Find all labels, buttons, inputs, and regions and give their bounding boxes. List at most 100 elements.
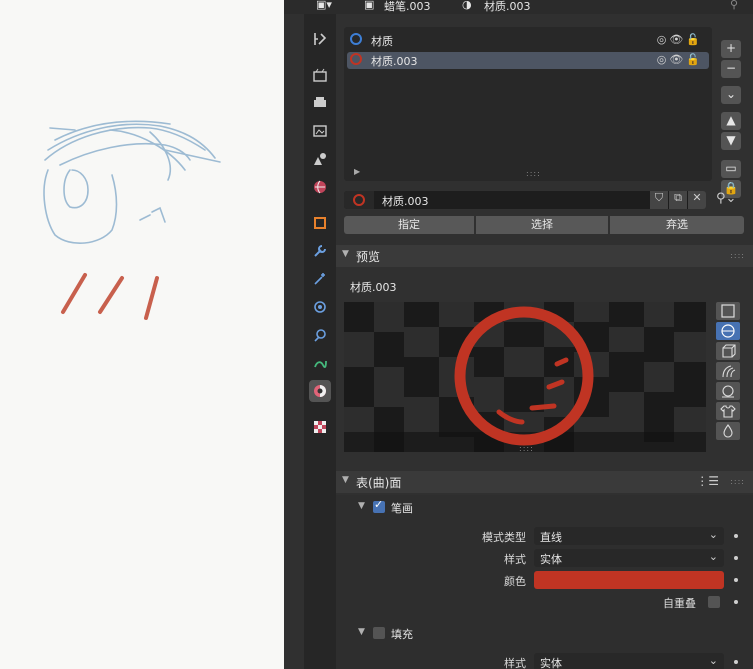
preview-flat-button[interactable] (716, 302, 740, 320)
constraint-icon (314, 329, 326, 342)
checkmark-icon: ✓ (374, 498, 384, 511)
tab-physics[interactable] (309, 296, 331, 318)
move-down-button[interactable]: ▼ (721, 132, 741, 150)
hair-icon (722, 365, 736, 378)
panel-grip-icon[interactable]: :::: (730, 477, 745, 486)
material-preview: :::: (344, 302, 706, 452)
move-up-button[interactable]: ▲ (721, 112, 741, 130)
world-icon (314, 180, 326, 194)
tab-material[interactable] (309, 380, 331, 402)
preview-resize-grip-icon[interactable]: :::: (519, 444, 534, 452)
fill-style-label: 样式 (504, 657, 526, 669)
properties-editor: ▣▾ ▣ 蜡笔.003 ◑ 材质.003 ⚲ 材质 ◎👁🔓 材质.003 ◎👁🔓… (284, 0, 753, 669)
stroke-style-dropdown[interactable]: 实体 ⌄ (534, 549, 724, 567)
preview-panel-header[interactable]: ▼ 预览 :::: (336, 245, 753, 267)
slot-visibility-icons[interactable]: ◎👁🔓 (657, 53, 703, 66)
material-properties: 材质 ◎👁🔓 材质.003 ◎👁🔓 ▶ :::: + − ⌄ ▲ ▼ ▭ 🔒 材… (336, 14, 753, 669)
monitor-icon[interactable]: ▭ (721, 160, 741, 178)
keyframe-dot-icon[interactable] (734, 600, 738, 604)
duplicate-material-icon[interactable]: ⧉ (669, 191, 687, 209)
list-menu-icon[interactable]: ⋮☰ (696, 474, 719, 488)
stroke-enable-checkbox[interactable]: ✓ (373, 498, 385, 513)
material-icon (314, 385, 326, 397)
drawing-canvas[interactable] (0, 0, 284, 669)
material-browse-field[interactable]: 材质.003 ⛉ ⧉ ✕ (344, 191, 706, 209)
material-slot[interactable]: 材质 ◎👁🔓 (347, 32, 709, 49)
chevron-down-icon: ⌄ (708, 550, 718, 563)
collapse-triangle-icon[interactable]: ▼ (358, 501, 365, 511)
preview-cube-button[interactable] (716, 342, 740, 360)
self-overlap-checkbox[interactable] (708, 596, 720, 608)
add-slot-button[interactable]: + (721, 40, 741, 58)
remove-slot-button[interactable]: − (721, 60, 741, 78)
keyframe-dot-icon[interactable] (734, 534, 738, 538)
tab-render[interactable] (309, 64, 331, 86)
flat-icon (721, 304, 735, 318)
node-filter-icon[interactable]: ⚲⌄ (716, 191, 736, 206)
collapse-triangle-icon: ▼ (342, 249, 349, 259)
select-button[interactable]: 选择 (476, 216, 608, 234)
surface-panel-header[interactable]: ▼ 表(曲)面 ⋮☰ :::: (336, 471, 753, 493)
pin-icon[interactable]: ⚲ (730, 0, 738, 11)
tab-data[interactable] (309, 352, 331, 374)
material-slot-name: 材质 (371, 35, 393, 48)
tab-texture[interactable] (309, 416, 331, 438)
expand-triangle-icon[interactable]: ▶ (354, 167, 360, 176)
tab-world[interactable] (309, 176, 331, 198)
browse-material-button[interactable] (344, 191, 374, 209)
tab-scene[interactable] (309, 148, 331, 170)
printer-icon (314, 97, 326, 107)
tool-icon (314, 33, 327, 45)
preview-render (344, 302, 706, 452)
panel-grip-icon[interactable]: :::: (730, 251, 745, 260)
stroke-color-swatch[interactable] (534, 571, 724, 589)
tab-object[interactable] (309, 212, 331, 234)
tab-effects[interactable] (309, 268, 331, 290)
tab-modifiers[interactable] (309, 240, 331, 262)
keyframe-dot-icon[interactable] (734, 556, 738, 560)
self-overlap-label: 自重叠 (663, 597, 696, 610)
line-type-dropdown[interactable]: 直线 ⌄ (534, 527, 724, 545)
wrench-icon (314, 245, 326, 257)
cube-icon (722, 344, 736, 358)
collapse-triangle-icon[interactable]: ▼ (358, 627, 365, 637)
material-icon: ◑ (462, 0, 472, 11)
unlink-material-icon[interactable]: ✕ (688, 191, 706, 209)
stroke-title: 笔画 (391, 502, 413, 515)
preview-panel-title: 预览 (356, 250, 381, 264)
sparkle-icon (314, 273, 325, 285)
chevron-down-icon: ⌄ (708, 528, 718, 541)
material-slot-list[interactable]: 材质 ◎👁🔓 材质.003 ◎👁🔓 ▶ :::: (344, 27, 712, 181)
assign-button[interactable]: 指定 (344, 216, 474, 234)
preview-fluid-button[interactable] (716, 422, 740, 440)
slot-visibility-icons[interactable]: ◎👁🔓 (657, 33, 703, 46)
editor-type-icon[interactable]: ▣▾ (316, 0, 332, 11)
keyframe-dot-icon[interactable] (734, 578, 738, 582)
shirt-icon (720, 405, 736, 418)
tab-output[interactable] (309, 92, 331, 114)
tab-tool[interactable] (309, 28, 331, 50)
material-slot-icon (350, 33, 362, 45)
slot-specials-button[interactable]: ⌄ (721, 86, 741, 104)
fill-subpanel: ▼ 填充 样式 实体 ⌄ (336, 621, 753, 669)
material-name: 材质.003 (484, 0, 531, 13)
drop-icon (723, 424, 733, 438)
preview-monkey-button[interactable] (716, 382, 740, 400)
fill-enable-checkbox[interactable] (373, 627, 385, 639)
tab-constraints[interactable] (309, 324, 331, 346)
material-slot-selected[interactable]: 材质.003 ◎👁🔓 (347, 52, 709, 69)
stroke-style-value: 实体 (540, 553, 562, 566)
resize-grip-icon[interactable]: :::: (526, 169, 541, 178)
keyframe-dot-icon[interactable] (734, 660, 738, 664)
chevron-down-icon: ⌄ (708, 654, 718, 667)
deselect-button[interactable]: 弃选 (610, 216, 744, 234)
fake-user-shield-icon[interactable]: ⛉ (650, 191, 668, 209)
line-type-value: 直线 (540, 531, 562, 544)
preview-sphere-button[interactable] (716, 322, 740, 340)
surface-panel-title: 表(曲)面 (356, 476, 402, 490)
tab-view-layer[interactable] (309, 120, 331, 142)
material-name-value[interactable]: 材质.003 (382, 193, 429, 209)
preview-cloth-button[interactable] (716, 402, 740, 420)
fill-style-dropdown[interactable]: 实体 ⌄ (534, 653, 724, 669)
preview-hair-button[interactable] (716, 362, 740, 380)
